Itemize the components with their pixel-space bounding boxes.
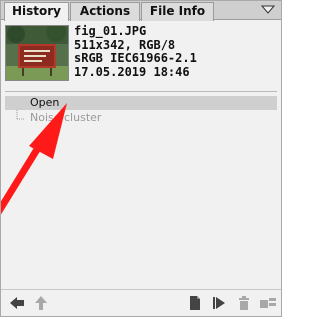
redo-arrow-icon[interactable] [33,295,49,311]
history-item-label: Noise cluster [30,111,102,124]
history-list: Open Noise cluster [5,94,279,287]
divider [5,91,277,92]
panel-menu-icon[interactable] [261,4,275,16]
tab-bar: History Actions File Info [1,1,281,21]
history-item-noise-cluster[interactable]: Noise cluster [5,111,277,125]
trash-icon[interactable] [236,295,252,311]
snapshot-color-profile: sRGB IEC61966-2.1 [74,51,197,65]
snapshot-icon[interactable] [259,295,277,311]
history-panel: History Actions File Info fig_01.JPG 511… [0,0,282,317]
tab-file-info[interactable]: File Info [141,2,214,21]
history-toolbar [1,289,281,316]
snapshot-datetime: 17.05.2019 18:46 [74,64,190,79]
thumbnail-image [5,25,69,81]
snapshot-metadata: fig_01.JPG 511x342, RGB/8 sRGB IEC61966-… [74,24,197,79]
tab-actions[interactable]: Actions [70,2,140,21]
snapshot-filename: fig_01.JPG [74,24,147,38]
play-step-icon[interactable] [211,295,227,311]
history-item-open[interactable]: Open [5,96,277,110]
document-snapshot[interactable]: fig_01.JPG 511x342, RGB/8 sRGB IEC61966-… [5,24,277,87]
history-item-label: Open [30,96,60,109]
new-document-icon[interactable] [187,295,203,311]
undo-arrow-icon[interactable] [9,295,25,311]
tab-history[interactable]: History [4,2,69,21]
snapshot-dimensions: 511x342, RGB/8 [74,37,176,52]
